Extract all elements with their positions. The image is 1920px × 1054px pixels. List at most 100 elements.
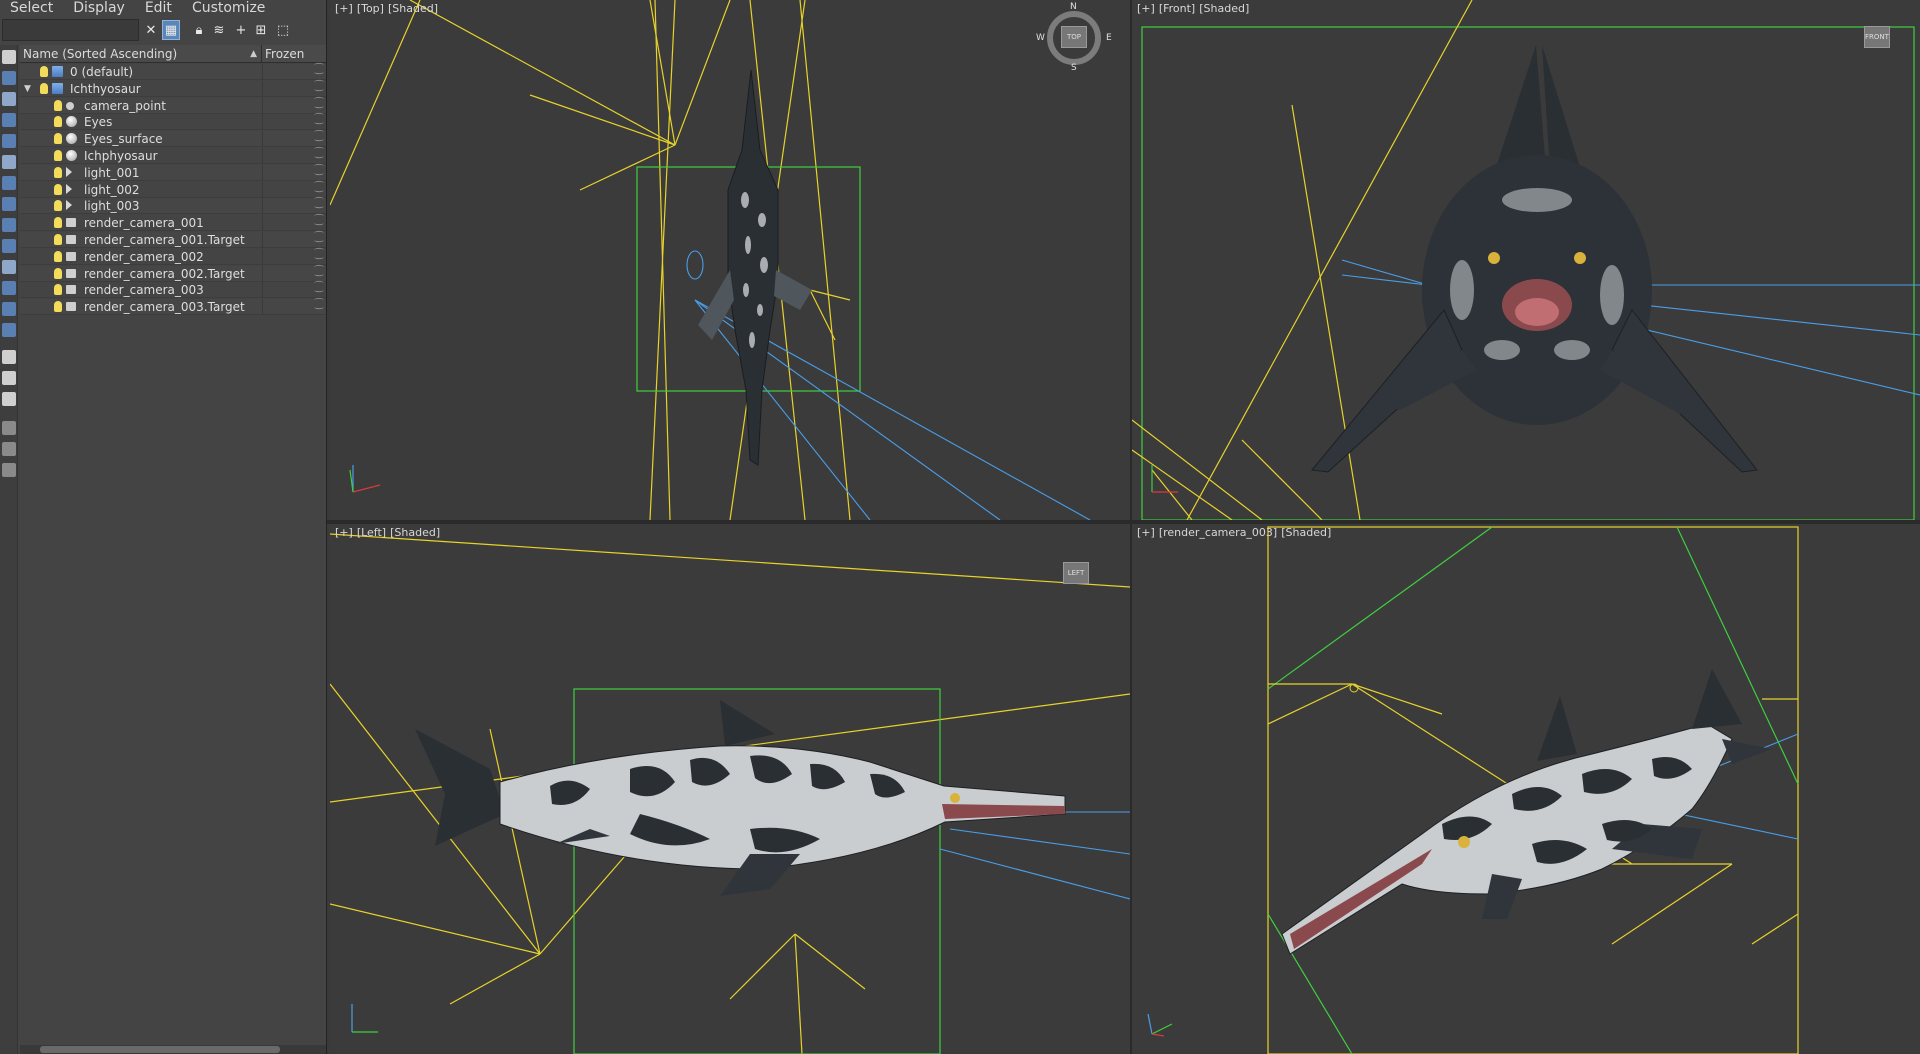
visibility-bulb-icon[interactable]: [54, 183, 62, 195]
frozen-toggle[interactable]: [262, 213, 326, 232]
frozen-toggle[interactable]: [262, 96, 326, 114]
frozen-toggle[interactable]: [262, 297, 326, 316]
visibility-bulb-icon[interactable]: [54, 234, 62, 245]
column-header-frozen[interactable]: Frozen: [262, 45, 326, 62]
visibility-bulb-icon[interactable]: [54, 166, 62, 178]
scene-list-item[interactable]: camera_point: [20, 96, 326, 114]
filter-toggle-icon[interactable]: ▦: [162, 20, 180, 40]
visibility-bulb-icon[interactable]: [54, 99, 62, 111]
viewport-camera[interactable]: [+] [render_camera_003] [Shaded]: [1132, 524, 1920, 1054]
scene-list-item[interactable]: ▼ Ichthyosaur: [20, 79, 326, 97]
frozen-toggle[interactable]: [262, 230, 326, 248]
visibility-bulb-icon[interactable]: [54, 133, 62, 145]
viewport-top[interactable]: [+] [Top] [Shaded] TOP N E S W: [330, 0, 1130, 520]
visibility-bulb-icon[interactable]: [54, 217, 62, 229]
scene-list-item[interactable]: render_camera_002: [20, 247, 326, 265]
viewport-label-front[interactable]: [+] [Front] [Shaded]: [1137, 2, 1253, 15]
frozen-toggle[interactable]: [262, 247, 326, 265]
display-helpers-icon[interactable]: [2, 155, 16, 169]
light-icon: [66, 183, 72, 194]
display-geometry-icon[interactable]: [2, 71, 16, 85]
display-groups-icon[interactable]: [2, 197, 16, 211]
display-children-icon[interactable]: [2, 323, 16, 337]
column-header-name[interactable]: Name (Sorted Ascending) ▲: [20, 45, 262, 62]
scene-list-item[interactable]: light_001: [20, 163, 326, 181]
display-invert-icon[interactable]: [2, 371, 16, 385]
viewport-front[interactable]: [+] [Front] [Shaded] FRONT: [1132, 0, 1920, 520]
menu-edit[interactable]: Edit: [135, 0, 182, 16]
viewport-label-left[interactable]: [+] [Left] [Shaded]: [335, 526, 444, 539]
scene-list-item[interactable]: Ichphyosaur: [20, 146, 326, 164]
frozen-toggle[interactable]: [262, 180, 326, 198]
frozen-toggle[interactable]: [262, 112, 326, 131]
menu-customize[interactable]: Customize: [182, 0, 276, 16]
scene-rows: 0 (default) ▼ Ichthyosaur camera_point Eyes E…: [20, 62, 326, 364]
visibility-bulb-icon[interactable]: [54, 250, 62, 262]
expand-toggle-icon[interactable]: ▼: [24, 81, 31, 97]
search-input[interactable]: [2, 19, 139, 41]
clear-search-icon[interactable]: ✕: [142, 20, 160, 40]
horizontal-scrollbar[interactable]: [20, 1045, 326, 1054]
frozen-toggle[interactable]: [262, 62, 326, 80]
scene-list-item[interactable]: Eyes_surface: [20, 129, 326, 148]
frozen-toggle[interactable]: [262, 280, 326, 299]
filter-funnel-icon[interactable]: [2, 421, 16, 435]
scene-list-item[interactable]: render_camera_003: [20, 280, 326, 299]
display-bones-icon[interactable]: [2, 239, 16, 253]
camera-icon: [66, 268, 76, 278]
scrollbar-thumb[interactable]: [40, 1046, 280, 1053]
scene-list-item[interactable]: light_002: [20, 180, 326, 198]
filter-options-icon[interactable]: [2, 442, 16, 456]
visibility-bulb-icon[interactable]: [54, 200, 62, 212]
menu-select[interactable]: Select: [0, 0, 63, 16]
frozen-toggle[interactable]: [262, 79, 326, 97]
layer-icon: [52, 66, 63, 77]
viewport-label-top[interactable]: [+] [Top] [Shaded]: [335, 2, 442, 15]
viewport-label-camera[interactable]: [+] [render_camera_003] [Shaded]: [1137, 526, 1335, 539]
compass-south: S: [1071, 63, 1077, 73]
visibility-bulb-icon[interactable]: [54, 150, 62, 161]
viewcube-front[interactable]: FRONT: [1864, 26, 1890, 48]
frozen-toggle[interactable]: [262, 196, 326, 215]
filter-layers-icon[interactable]: [2, 463, 16, 477]
display-shapes-icon[interactable]: [2, 92, 16, 106]
camera-icon: [66, 251, 76, 261]
display-cameras-icon[interactable]: [2, 134, 16, 148]
viewcube-top[interactable]: TOP: [1061, 26, 1087, 48]
visibility-bulb-icon[interactable]: [40, 66, 48, 77]
display-containers-icon[interactable]: [2, 260, 16, 274]
layers-icon[interactable]: ≋: [210, 20, 228, 40]
display-none-icon[interactable]: [2, 350, 16, 364]
viewcube-left[interactable]: LEFT: [1063, 562, 1089, 584]
hierarchy-icon[interactable]: ⊞: [252, 20, 270, 40]
display-frozen-icon[interactable]: [2, 281, 16, 295]
viewport-left[interactable]: [+] [Left] [Shaded] LEFT: [330, 524, 1130, 1054]
scene-list-item[interactable]: render_camera_002.Target: [20, 264, 326, 282]
visibility-bulb-icon[interactable]: [54, 116, 62, 128]
point-helper-icon: [66, 101, 74, 110]
add-icon[interactable]: +: [232, 20, 250, 40]
visibility-bulb-icon[interactable]: [40, 82, 48, 94]
visibility-bulb-icon[interactable]: [54, 301, 62, 313]
display-all-icon[interactable]: [2, 50, 16, 64]
display-spacewarps-icon[interactable]: [2, 176, 16, 190]
scene-list-item[interactable]: render_camera_001.Target: [20, 230, 326, 248]
frozen-toggle[interactable]: [262, 163, 326, 181]
scene-list-item[interactable]: render_camera_003.Target: [20, 297, 326, 316]
frozen-toggle[interactable]: [262, 146, 326, 164]
display-list-icon[interactable]: [2, 392, 16, 406]
scene-list-item[interactable]: Eyes: [20, 112, 326, 131]
display-lights-icon[interactable]: [2, 113, 16, 127]
visibility-bulb-icon[interactable]: [54, 284, 62, 296]
display-xrefs-icon[interactable]: [2, 218, 16, 232]
scene-list-item[interactable]: render_camera_001: [20, 213, 326, 232]
lock-icon[interactable]: 🔒︎: [190, 20, 208, 40]
select-tool-icon[interactable]: ⬚: [274, 20, 292, 40]
display-hidden-icon[interactable]: [2, 302, 16, 316]
scene-list-item[interactable]: 0 (default): [20, 62, 326, 80]
frozen-toggle[interactable]: [262, 264, 326, 282]
menu-display[interactable]: Display: [63, 0, 135, 16]
frozen-toggle[interactable]: [262, 129, 326, 148]
visibility-bulb-icon[interactable]: [54, 267, 62, 279]
scene-list-item[interactable]: light_003: [20, 196, 326, 215]
